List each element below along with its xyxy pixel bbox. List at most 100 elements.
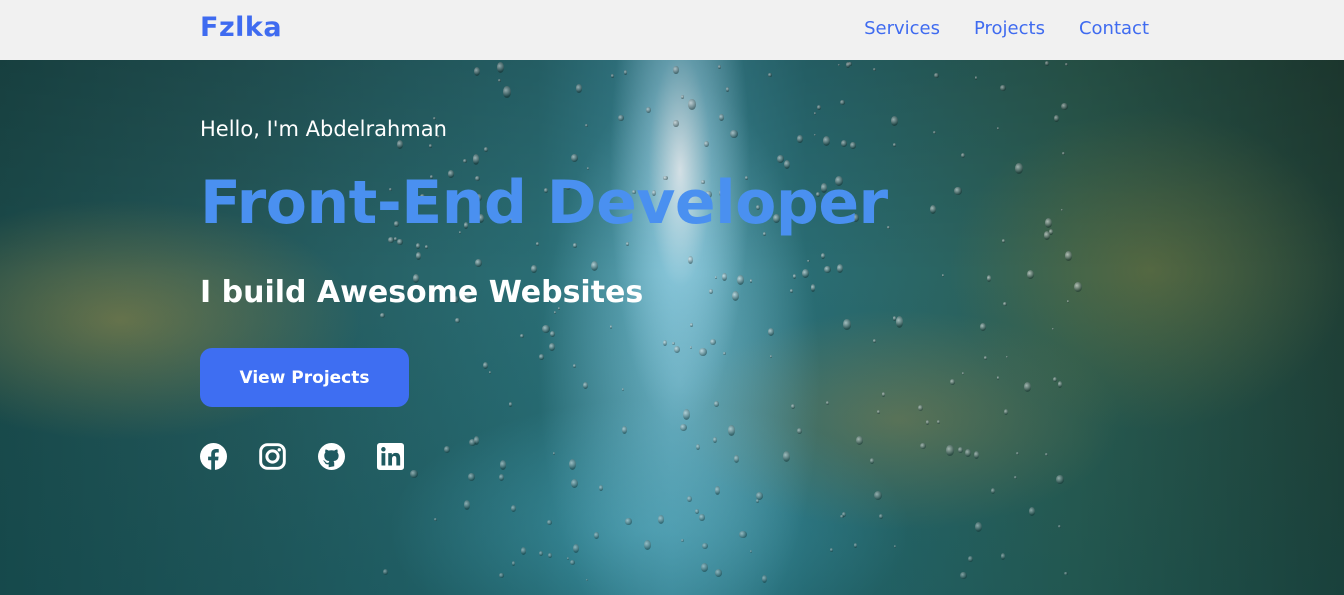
logo[interactable]: Fzlka <box>200 12 282 43</box>
rain-drop <box>933 131 937 135</box>
rain-drop <box>1057 524 1062 529</box>
rain-drop <box>530 264 537 274</box>
rain-drop <box>841 140 848 147</box>
rain-drop <box>673 66 679 75</box>
rain-drop <box>825 400 830 406</box>
rain-drop <box>728 425 735 436</box>
rain-drop <box>570 559 575 565</box>
rain-drop <box>1060 208 1064 212</box>
rain-drop <box>881 392 886 397</box>
rain-drop <box>511 561 516 567</box>
linkedin-icon[interactable] <box>377 443 404 470</box>
rain-drop <box>463 499 471 510</box>
nav-link-services[interactable]: Services <box>864 18 940 39</box>
rain-drop <box>979 322 987 332</box>
rain-drop <box>1003 409 1008 416</box>
rain-drop <box>946 444 954 457</box>
rain-drop <box>838 64 841 67</box>
rain-drop <box>840 514 844 519</box>
rain-drop <box>964 448 971 457</box>
rain-drop <box>848 61 852 66</box>
rain-drop <box>429 144 432 148</box>
rain-drop <box>455 318 460 324</box>
rain-drop <box>996 376 1000 381</box>
rain-drop <box>755 498 760 504</box>
rain-drop <box>769 354 773 359</box>
rain-drop <box>541 324 550 333</box>
rain-drop <box>1053 376 1058 382</box>
rain-drop <box>893 143 896 148</box>
rain-drop <box>790 403 796 409</box>
rain-drop <box>382 568 389 576</box>
view-projects-button[interactable]: View Projects <box>200 348 409 407</box>
rain-drop <box>892 315 897 321</box>
rain-drop <box>498 79 501 82</box>
rain-drop <box>1000 553 1006 560</box>
rain-drop <box>703 141 709 148</box>
rain-drop <box>618 114 625 122</box>
rain-drop <box>1005 355 1009 359</box>
rain-drop <box>625 517 632 526</box>
rain-drop <box>536 242 540 246</box>
rain-drop <box>598 484 604 491</box>
rain-drop <box>621 387 624 391</box>
rain-drop <box>717 64 721 70</box>
rain-drop <box>566 557 569 560</box>
rain-drop <box>873 67 876 71</box>
rain-drop <box>810 284 816 292</box>
instagram-icon[interactable] <box>259 443 286 470</box>
rain-drop <box>424 244 429 249</box>
rain-drop <box>539 551 544 557</box>
rain-drop <box>1053 114 1059 122</box>
github-icon[interactable] <box>318 443 345 470</box>
rain-drop <box>1014 476 1017 480</box>
rain-drop <box>671 341 676 346</box>
nav-link-contact[interactable]: Contact <box>1079 18 1149 39</box>
rain-drop <box>1043 231 1051 240</box>
rain-drop <box>937 420 940 424</box>
rain-drop <box>673 346 680 354</box>
rain-drop <box>796 134 803 144</box>
rain-drop <box>1051 327 1054 331</box>
rain-drop <box>990 488 995 495</box>
rain-drop <box>646 107 652 113</box>
rain-drop <box>893 544 896 548</box>
nav-link-projects[interactable]: Projects <box>974 18 1045 39</box>
rain-drop <box>1028 507 1036 517</box>
rain-drop <box>768 72 773 78</box>
rain-drop <box>713 401 719 407</box>
rain-drop <box>968 556 973 562</box>
rain-drop <box>482 362 488 370</box>
rain-drop <box>1064 571 1068 576</box>
rain-drop <box>463 158 467 163</box>
rain-drop <box>573 243 578 248</box>
rain-drop <box>467 472 475 481</box>
rain-drop <box>974 76 977 80</box>
rain-drop <box>475 259 482 268</box>
rain-drop <box>1065 251 1072 261</box>
rain-drop <box>813 111 817 115</box>
rain-drop <box>548 342 555 351</box>
rain-drop <box>586 579 589 582</box>
rain-drop <box>582 382 589 389</box>
facebook-icon[interactable] <box>200 443 227 470</box>
rain-drop <box>690 323 693 328</box>
rain-drop <box>499 473 505 482</box>
rain-drop <box>473 66 481 77</box>
rain-drop <box>690 345 693 349</box>
rain-drop <box>822 136 831 146</box>
rain-drop <box>1062 152 1065 156</box>
rain-drop <box>416 251 421 260</box>
hero-headline: Front-End Developer <box>200 168 888 238</box>
rain-drop <box>796 428 803 434</box>
rain-drop <box>499 460 507 470</box>
rain-drop <box>623 69 628 75</box>
hero-section: Hello, I'm Abdelrahman Front-End Develop… <box>0 60 1344 595</box>
rain-drop <box>508 401 513 407</box>
rain-drop <box>553 311 556 314</box>
rain-drop <box>520 547 527 556</box>
rain-drop <box>1045 61 1049 66</box>
rain-drop <box>538 354 545 361</box>
rain-drop <box>503 86 511 99</box>
rain-drop <box>879 513 884 520</box>
